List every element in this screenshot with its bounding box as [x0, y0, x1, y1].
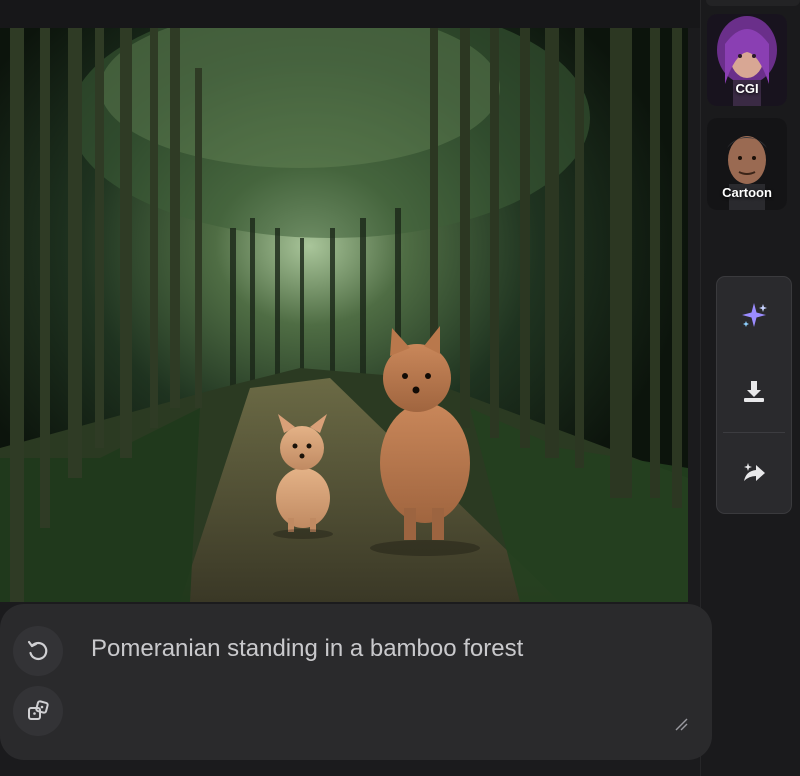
- download-icon: [744, 381, 764, 402]
- style-label-cgi: CGI: [735, 81, 759, 96]
- style-card-cgi[interactable]: CGI: [707, 14, 787, 106]
- style-label-cartoon: Cartoon: [722, 185, 772, 200]
- prompt-panel: Pomeranian standing in a bamboo forest: [0, 604, 712, 760]
- prompt-input[interactable]: Pomeranian standing in a bamboo forest: [91, 634, 671, 664]
- dice-icon: [28, 700, 49, 720]
- share-sparkle-icon: [744, 463, 765, 481]
- sparkle-icon: [742, 303, 767, 327]
- share-button[interactable]: [717, 435, 791, 511]
- resize-handle-icon[interactable]: [673, 716, 689, 732]
- regenerate-button[interactable]: [13, 626, 63, 676]
- image-tools-panel: [716, 276, 792, 514]
- style-card-cartoon[interactable]: Cartoon: [707, 118, 787, 210]
- enhance-button[interactable]: [717, 277, 791, 353]
- download-button[interactable]: [717, 353, 791, 429]
- bamboo-forest-image: [0, 28, 688, 602]
- tool-divider: [723, 432, 785, 433]
- refresh-icon: [27, 640, 48, 661]
- generated-image[interactable]: [0, 28, 688, 602]
- top-bar: [0, 0, 700, 28]
- random-prompt-button[interactable]: [13, 686, 63, 736]
- right-top-strip: [706, 0, 800, 6]
